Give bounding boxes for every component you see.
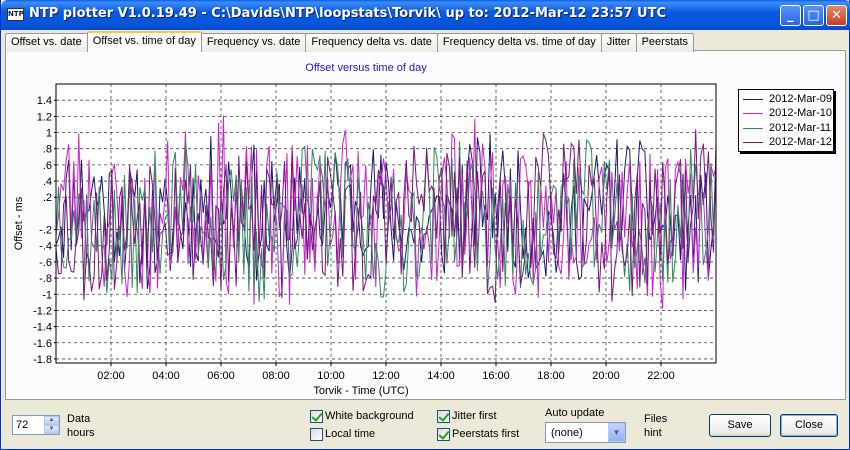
auto-update-label: Auto update — [545, 407, 605, 419]
x-tick-label: 02:00 — [97, 370, 125, 382]
white-background-label[interactable]: White background — [325, 410, 414, 422]
data-label: Data — [67, 413, 91, 425]
legend-item: 2012-Mar-09 — [743, 92, 832, 106]
legend-item: 2012-Mar-10 — [743, 106, 832, 120]
legend-swatch — [743, 141, 763, 143]
y-tick-label: .6 — [43, 160, 52, 172]
app-window: NTP NTP plotter V1.0.19.49 - C:\Davids\N… — [0, 0, 850, 450]
chevron-down-icon[interactable]: ▼ — [608, 423, 625, 442]
app-icon[interactable]: NTP — [7, 8, 24, 21]
y-tick-label: 1.2 — [37, 111, 52, 123]
offset-chart: 1.4 1.2 1 .8 .6 .4 .2 -.2 -.4 -.6 -.8 -1 -1.2 -1.4 -1.… — [13, 62, 717, 397]
x-tick-label: 04:00 — [152, 370, 180, 382]
legend-item: 2012-Mar-11 — [743, 121, 831, 135]
legend-label: 2012-Mar-09 — [769, 93, 832, 105]
x-tick-label: 06:00 — [207, 370, 235, 382]
y-tick-label: -1 — [42, 289, 52, 301]
legend-label: 2012-Mar-10 — [769, 107, 832, 119]
close-window-button[interactable]: ✕ — [826, 5, 847, 26]
legend-swatch — [743, 98, 763, 100]
peerstats-first-label[interactable]: Peerstats first — [452, 428, 519, 440]
tab-offset-vs-time-of-day[interactable]: Offset vs. time of day — [86, 31, 202, 52]
save-button[interactable]: Save — [709, 414, 771, 437]
y-tick-label: .8 — [43, 144, 52, 156]
legend-swatch — [743, 112, 763, 114]
chart-title: Offset versus time of day — [305, 62, 427, 74]
y-tick-label: -1.4 — [33, 322, 52, 334]
x-tick-label: 08:00 — [262, 370, 290, 382]
maximize-button[interactable]: □ — [803, 5, 824, 26]
y-axis-label: Offset - ms — [13, 196, 25, 250]
tab-strip: Offset vs. date Offset vs. time of day F… — [5, 31, 695, 52]
local-time-label[interactable]: Local time — [325, 428, 375, 440]
x-tick-label: 18:00 — [537, 370, 565, 382]
y-tick-label: -.6 — [39, 257, 52, 269]
white-background-checkbox[interactable] — [310, 410, 323, 423]
y-tick-label: -.4 — [39, 241, 52, 253]
jitter-first-label[interactable]: Jitter first — [452, 410, 497, 422]
spinner-buttons: ▲ ▼ — [44, 416, 59, 434]
hint-label: hint — [644, 427, 662, 439]
spin-up-button[interactable]: ▲ — [44, 416, 59, 425]
legend-item: 2012-Mar-12 — [743, 135, 832, 149]
x-tick-label: 16:00 — [482, 370, 510, 382]
y-tick-label: .2 — [43, 192, 52, 204]
data-hours-value[interactable]: 72 — [16, 419, 28, 431]
auto-update-select[interactable]: (none) ▼ — [545, 422, 626, 443]
title-bar[interactable]: NTP NTP plotter V1.0.19.49 - C:\Davids\N… — [1, 0, 850, 30]
x-tick-label: 10:00 — [317, 370, 345, 382]
y-tick-label: -.8 — [39, 273, 52, 285]
peerstats-first-checkbox[interactable] — [437, 428, 450, 441]
legend-label: 2012-Mar-11 — [769, 122, 832, 134]
y-tick-label: .4 — [43, 176, 52, 188]
x-tick-label: 14:00 — [427, 370, 455, 382]
window-title: NTP plotter V1.0.19.49 - C:\Davids\NTP\l… — [29, 6, 666, 21]
spin-down-button[interactable]: ▼ — [44, 425, 59, 434]
y-tick-label: -1.6 — [33, 338, 52, 350]
y-tick-label: 1 — [46, 128, 52, 140]
files-label: Files — [644, 413, 668, 425]
y-tick-label: -1.8 — [33, 354, 52, 366]
y-tick-label: -.2 — [39, 225, 52, 237]
legend-swatch — [743, 127, 763, 129]
x-tick-label: 22:00 — [647, 370, 675, 382]
x-tick-label: 20:00 — [592, 370, 620, 382]
hours-label: hours — [67, 427, 95, 439]
x-axis-label: Torvik - Time (UTC) — [313, 385, 408, 397]
legend-label: 2012-Mar-12 — [769, 136, 832, 148]
local-time-checkbox[interactable] — [310, 428, 323, 441]
close-button[interactable]: Close — [780, 414, 838, 437]
minimize-button[interactable]: _ — [780, 5, 801, 26]
y-tick-label: 1.4 — [37, 95, 52, 107]
chart-legend: 2012-Mar-09 2012-Mar-10 2012-Mar-11 2012… — [738, 89, 834, 152]
data-hours-spinner[interactable]: 72 ▲ ▼ — [12, 415, 60, 435]
y-tick-label: -1.2 — [33, 305, 52, 317]
auto-update-value: (none) — [551, 427, 583, 439]
x-tick-label: 12:00 — [372, 370, 400, 382]
jitter-first-checkbox[interactable] — [437, 410, 450, 423]
